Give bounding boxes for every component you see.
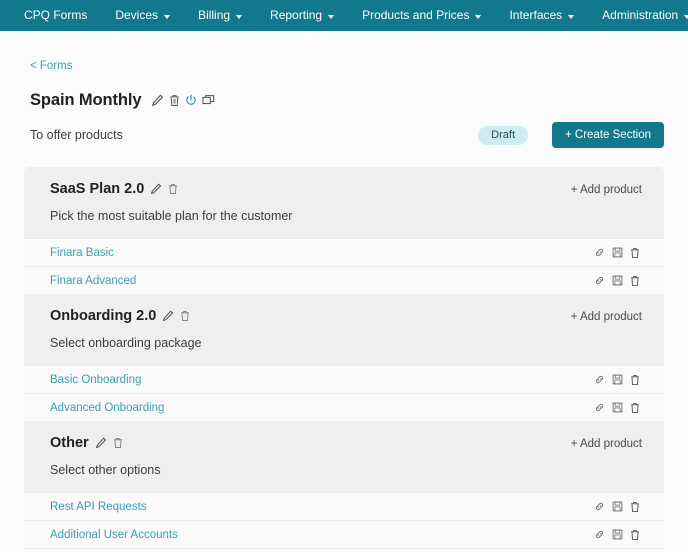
save-icon[interactable] — [612, 402, 623, 413]
sections-card: SaaS Plan 2.0 Pick the most suitable pla… — [24, 167, 664, 552]
edit-icon[interactable] — [151, 94, 164, 107]
trash-icon[interactable] — [168, 183, 178, 195]
trash-icon[interactable] — [630, 402, 640, 414]
row-actions — [594, 529, 644, 541]
page-content: < Forms Spain Monthly To offer products … — [0, 31, 688, 552]
link-icon[interactable] — [594, 402, 605, 413]
section-description: Select other options — [50, 463, 161, 477]
trash-icon[interactable] — [630, 529, 640, 541]
nav-item-label: Administration — [602, 8, 679, 22]
nav-item-label: Billing — [198, 8, 231, 22]
link-icon[interactable] — [594, 374, 605, 385]
table-row[interactable]: Finara Basic — [24, 238, 664, 266]
table-row[interactable]: Rest API Requests — [24, 492, 664, 520]
trash-icon[interactable] — [630, 247, 640, 259]
table-row[interactable]: Advanced Onboarding — [24, 393, 664, 421]
product-name-link[interactable]: Advanced Onboarding — [50, 402, 164, 414]
trash-icon[interactable] — [630, 501, 640, 513]
link-icon[interactable] — [594, 529, 605, 540]
section-description: Pick the most suitable plan for the cust… — [50, 209, 293, 223]
trash-icon[interactable] — [113, 437, 123, 449]
page-subtitle-row: To offer products Draft + Create Section — [24, 122, 664, 148]
link-icon[interactable] — [594, 275, 605, 286]
breadcrumb-back-to-forms[interactable]: < Forms — [24, 60, 73, 72]
nav-item-label: Reporting — [270, 8, 323, 22]
page-title-actions — [151, 94, 215, 107]
section-description: Select onboarding package — [50, 336, 202, 350]
section-header-saas-plan: SaaS Plan 2.0 Pick the most suitable pla… — [24, 167, 664, 238]
section-header-text: Other Select other options — [50, 435, 571, 477]
edit-icon[interactable] — [95, 437, 107, 449]
save-icon[interactable] — [612, 374, 623, 385]
nav-item-products-and-prices[interactable]: Products and Prices — [348, 0, 495, 31]
nav-item-label: Interfaces — [509, 8, 563, 22]
add-product-button[interactable]: + Add product — [571, 181, 646, 196]
trash-icon[interactable] — [630, 275, 640, 287]
power-icon[interactable] — [185, 94, 197, 107]
chevron-down-icon — [328, 14, 335, 19]
chevron-down-icon — [475, 14, 482, 19]
row-actions — [594, 374, 644, 386]
chevron-down-icon — [164, 14, 171, 19]
nav-item-label: Devices — [115, 8, 159, 22]
section-title-row: Other — [50, 435, 571, 451]
main-navigation-bar: CPQ Forms Devices Billing Reporting Prod… — [0, 0, 688, 31]
section-header-text: Onboarding 2.0 Select onboarding package — [50, 308, 571, 350]
add-product-button[interactable]: + Add product — [571, 308, 646, 323]
product-name-link[interactable]: Finara Basic — [50, 247, 114, 259]
nav-item-label: Products and Prices — [362, 8, 470, 22]
nav-item-interfaces[interactable]: Interfaces — [495, 0, 588, 31]
create-section-button[interactable]: + Create Section — [552, 122, 664, 148]
section-header-text: SaaS Plan 2.0 Pick the most suitable pla… — [50, 181, 571, 223]
link-icon[interactable] — [594, 501, 605, 512]
edit-icon[interactable] — [162, 310, 174, 322]
chevron-down-icon — [568, 14, 575, 19]
page-title-row: Spain Monthly — [24, 91, 664, 110]
section-title-row: Onboarding 2.0 — [50, 308, 571, 324]
section-header-onboarding: Onboarding 2.0 Select onboarding package… — [24, 294, 664, 365]
section-title-row: SaaS Plan 2.0 — [50, 181, 571, 197]
edit-icon[interactable] — [150, 183, 162, 195]
trash-icon[interactable] — [169, 94, 180, 107]
save-icon[interactable] — [612, 247, 623, 258]
page-subtitle: To offer products — [30, 128, 123, 142]
link-icon[interactable] — [594, 247, 605, 258]
table-row[interactable]: Finara Advanced — [24, 266, 664, 294]
nav-item-devices[interactable]: Devices — [101, 0, 184, 31]
section-header-other: Other Select other options + Add product — [24, 421, 664, 492]
row-actions — [594, 501, 644, 513]
table-row[interactable]: Basic Onboarding — [24, 365, 664, 393]
page-title: Spain Monthly — [30, 91, 142, 109]
table-row[interactable]: Additional User Accounts — [24, 520, 664, 548]
save-icon[interactable] — [612, 501, 623, 512]
save-icon[interactable] — [612, 529, 623, 540]
section-title: SaaS Plan 2.0 — [50, 181, 145, 197]
chevron-down-icon — [684, 14, 688, 19]
product-name-link[interactable]: Finara Advanced — [50, 275, 136, 287]
trash-icon[interactable] — [630, 374, 640, 386]
section-title: Onboarding 2.0 — [50, 308, 157, 324]
chevron-down-icon — [236, 14, 243, 19]
product-name-link[interactable]: Rest API Requests — [50, 501, 147, 513]
nav-item-billing[interactable]: Billing — [184, 0, 256, 31]
section-title: Other — [50, 435, 89, 451]
copy-icon[interactable] — [202, 94, 215, 107]
trash-icon[interactable] — [180, 310, 190, 322]
row-actions — [594, 275, 644, 287]
save-icon[interactable] — [612, 275, 623, 286]
nav-item-label: CPQ Forms — [24, 8, 88, 22]
product-name-link[interactable]: Additional User Accounts — [50, 529, 178, 541]
row-actions — [594, 247, 644, 259]
row-actions — [594, 402, 644, 414]
nav-item-administration[interactable]: Administration — [588, 0, 688, 31]
nav-item-cpq-forms[interactable]: CPQ Forms — [10, 0, 101, 31]
table-row[interactable]: VAT Status Validation — [24, 548, 664, 552]
status-badge: Draft — [478, 125, 529, 145]
product-name-link[interactable]: Basic Onboarding — [50, 374, 141, 386]
nav-item-reporting[interactable]: Reporting — [256, 0, 348, 31]
add-product-button[interactable]: + Add product — [571, 435, 646, 450]
